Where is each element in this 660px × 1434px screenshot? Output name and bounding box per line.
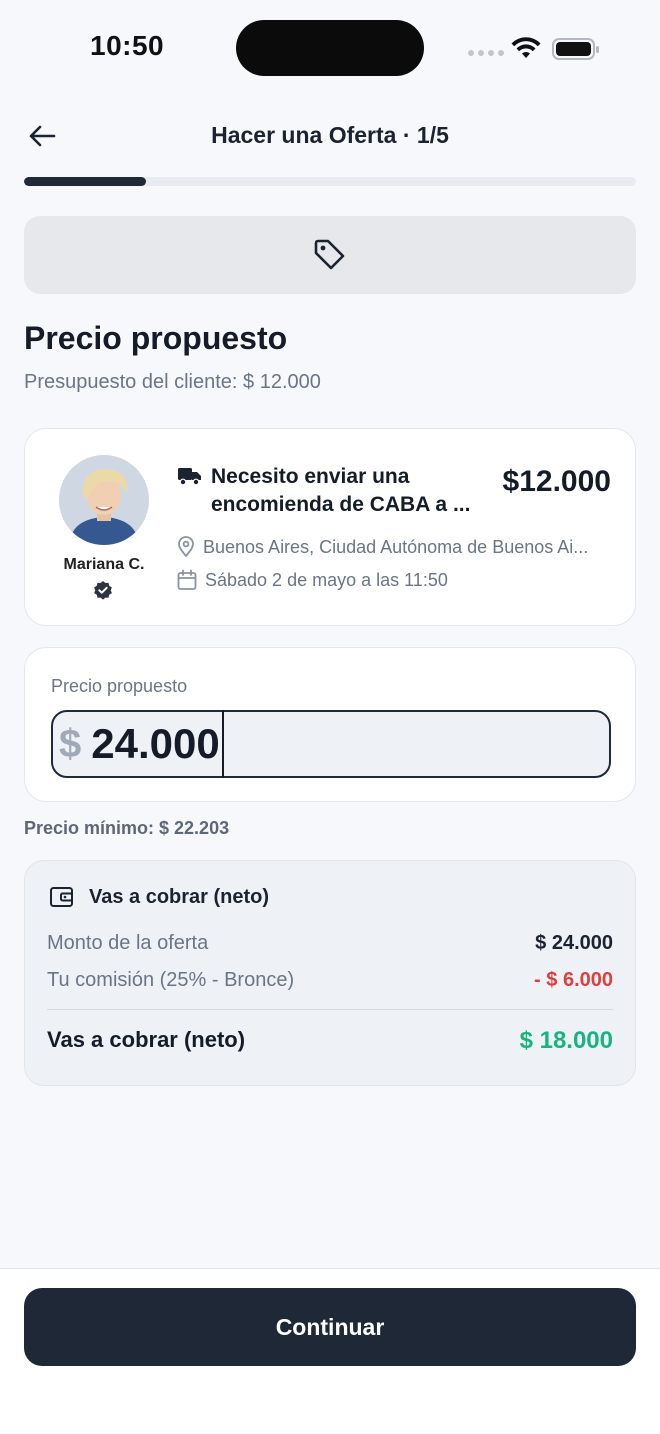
offer-amount-row: Monto de la oferta $ 24.000: [47, 932, 613, 955]
calendar-icon: [177, 569, 197, 590]
status-time: 10:50: [90, 30, 165, 61]
request-date: Sábado 2 de mayo a las 11:50: [177, 569, 448, 591]
wifi-icon: [511, 37, 541, 58]
offer-amount: 24.000: [91, 720, 220, 767]
location-text: Buenos Aires, Ciudad Autónoma de Buenos …: [203, 536, 589, 557]
continue-button[interactable]: Continuar: [24, 1288, 636, 1366]
date-text: Sábado 2 de mayo a las 11:50: [205, 569, 448, 590]
request-location: Buenos Aires, Ciudad Autónoma de Buenos …: [177, 536, 588, 558]
text-caret: [221, 710, 224, 778]
status-bar: 10:50: [0, 0, 660, 100]
offer-price-label: Precio propuesto: [51, 676, 188, 696]
client-budget: Presupuesto del cliente: $ 12.000: [24, 371, 321, 393]
step-banner: [24, 216, 636, 294]
commission-row: Tu comisión (25% - Bronce) - $ 6.000: [47, 969, 613, 992]
divider: [47, 1009, 613, 1010]
step-progress-bar: [24, 177, 636, 186]
offer-price-card: Precio propuesto $ 24.000: [24, 647, 636, 802]
page-title: Hacer una Oferta · 1/5: [211, 122, 449, 148]
request-title: Necesito enviar una encomienda de CABA a…: [211, 465, 471, 516]
top-app-bar: Hacer una Oferta · 1/5: [0, 100, 660, 172]
truck-icon: [178, 468, 201, 486]
net-heading: Vas a cobrar (neto): [49, 885, 269, 909]
section-title: Precio propuesto: [24, 320, 288, 356]
net-total-value: $ 18.000: [519, 1027, 613, 1054]
user-name: Mariana C.: [63, 556, 145, 573]
location-pin-icon: [178, 536, 194, 558]
offer-amount-value: $ 24.000: [535, 932, 613, 954]
offer-amount-label: Monto de la oferta: [47, 932, 209, 954]
battery-icon: [552, 38, 599, 60]
verified-icon: [94, 581, 112, 600]
step-progress-fill: [24, 177, 147, 186]
commission-label: Tu comisión (25% - Bronce): [47, 969, 295, 991]
net-total-label: Vas a cobrar (neto): [47, 1027, 246, 1052]
signal-icon: [468, 50, 504, 56]
dynamic-island: [236, 20, 424, 76]
bottom-bar: Continuar: [0, 1268, 660, 1434]
avatar: [59, 455, 149, 545]
request-card[interactable]: Mariana C. Necesito enviar una encomiend…: [24, 428, 636, 626]
tag-icon: [314, 239, 345, 270]
offer-price-input[interactable]: $ 24.000: [51, 710, 611, 778]
request-price: $12.000: [502, 465, 611, 498]
currency-symbol: $: [59, 721, 82, 766]
net-earnings-card: Vas a cobrar (neto) Monto de la oferta $…: [24, 860, 636, 1086]
net-heading-text: Vas a cobrar (neto): [89, 885, 270, 908]
net-total-row: Vas a cobrar (neto) $ 18.000: [47, 1027, 613, 1055]
min-price: Precio mínimo: $ 22.203: [24, 818, 230, 838]
wallet-icon: [50, 887, 73, 907]
commission-value: - $ 6.000: [534, 969, 613, 991]
